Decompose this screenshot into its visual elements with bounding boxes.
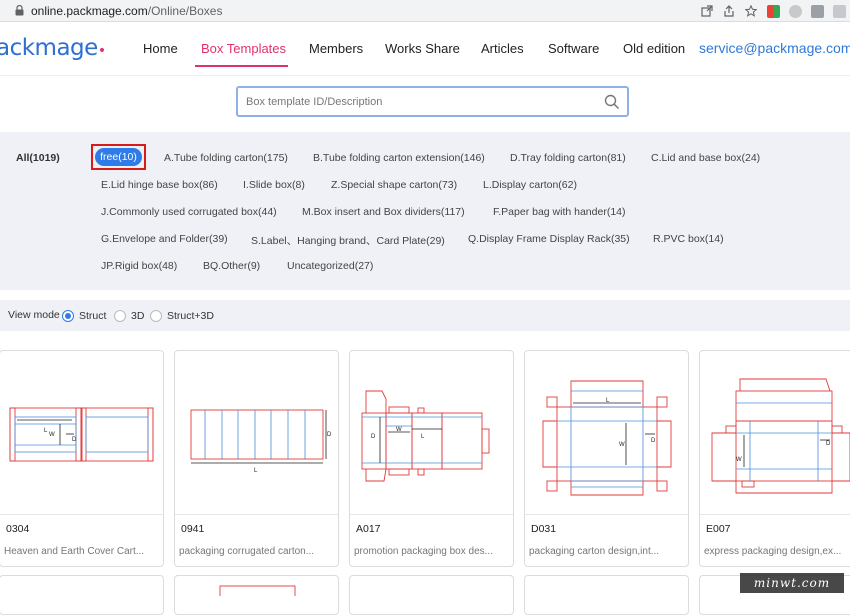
- service-email-link[interactable]: service@packmage.com: [699, 40, 850, 56]
- category-item[interactable]: D.Tray folding carton(81): [510, 152, 626, 164]
- nav-works-share[interactable]: Works Share: [385, 41, 460, 56]
- dimension-label-d: D: [651, 438, 656, 444]
- dimension-label-l: L: [254, 468, 258, 474]
- extension-icon[interactable]: [762, 0, 784, 22]
- url-text[interactable]: online.packmage.com/Online/Boxes: [31, 4, 222, 18]
- template-card[interactable]: D L 0941 packaging corrugated carton...: [174, 350, 339, 567]
- template-code[interactable]: A017: [356, 523, 381, 535]
- category-item[interactable]: C.Lid and base box(24): [651, 152, 760, 164]
- view-mode-struct-radio[interactable]: [62, 310, 74, 322]
- template-description[interactable]: packaging carton design,int...: [529, 546, 679, 557]
- active-nav-indicator: [195, 65, 288, 67]
- dimension-label-d: D: [327, 432, 332, 438]
- view-mode-struct3d-label[interactable]: Struct+3D: [167, 310, 214, 322]
- template-code[interactable]: 0941: [181, 523, 204, 535]
- template-description[interactable]: promotion packaging box des...: [354, 546, 504, 557]
- dimension-label-d: D: [826, 441, 831, 447]
- dimension-label-d: D: [72, 437, 77, 443]
- category-item[interactable]: B.Tube folding carton extension(146): [313, 152, 485, 164]
- template-card[interactable]: D W E007 express packaging design,ex...: [699, 350, 850, 567]
- star-icon[interactable]: [740, 0, 762, 22]
- view-mode-bar: View mode Struct 3D Struct+3D: [0, 300, 850, 331]
- card-divider: [175, 514, 338, 515]
- view-mode-struct-label[interactable]: Struct: [79, 310, 106, 322]
- category-item[interactable]: Q.Display Frame Display Rack(35): [468, 233, 630, 245]
- share-icon[interactable]: [718, 0, 740, 22]
- card-divider: [350, 514, 513, 515]
- category-all[interactable]: All(1019): [16, 152, 60, 164]
- nav-members[interactable]: Members: [309, 41, 363, 56]
- template-card[interactable]: [174, 575, 339, 615]
- template-description[interactable]: Heaven and Earth Cover Cart...: [4, 546, 154, 557]
- open-tab-icon[interactable]: [696, 0, 718, 22]
- view-mode-3d-radio[interactable]: [114, 310, 126, 322]
- template-card[interactable]: [0, 575, 164, 615]
- nav-box-templates[interactable]: Box Templates: [201, 41, 286, 56]
- category-free[interactable]: free(10): [95, 148, 142, 166]
- template-dieline-image[interactable]: D W L: [350, 351, 513, 511]
- extension-icon[interactable]: [828, 0, 850, 22]
- template-code[interactable]: D031: [531, 523, 556, 535]
- dimension-label-w: W: [619, 442, 625, 448]
- dimension-label-w: W: [49, 432, 55, 438]
- nav-old-edition[interactable]: Old edition: [623, 41, 685, 56]
- category-item[interactable]: M.Box insert and Box dividers(117): [302, 206, 465, 218]
- browser-address-bar[interactable]: online.packmage.com/Online/Boxes: [0, 0, 850, 22]
- template-dieline-image[interactable]: [175, 576, 338, 599]
- search-icon[interactable]: [604, 94, 620, 110]
- nav-home[interactable]: Home: [143, 41, 178, 56]
- template-card[interactable]: L W D D031 packaging carton design,int..…: [524, 350, 689, 567]
- template-code[interactable]: E007: [706, 523, 731, 535]
- extension-icon[interactable]: [784, 0, 806, 22]
- dimension-label-d: D: [371, 434, 376, 440]
- category-filter-panel: All(1019) free(10) A.Tube folding carton…: [0, 132, 850, 290]
- view-mode-label: View mode: [8, 309, 60, 321]
- category-item[interactable]: Uncategorized(27): [287, 260, 373, 272]
- category-item[interactable]: E.Lid hinge base box(86): [101, 179, 218, 191]
- category-free-highlight: free(10): [91, 144, 146, 170]
- category-item[interactable]: JP.Rigid box(48): [101, 260, 177, 272]
- category-item[interactable]: BQ.Other(9): [203, 260, 260, 272]
- category-item[interactable]: Z.Special shape carton(73): [331, 179, 457, 191]
- category-item[interactable]: R.PVC box(14): [653, 233, 724, 245]
- view-mode-struct3d-radio[interactable]: [150, 310, 162, 322]
- site-header: ackmage• Home Box Templates Members Work…: [0, 22, 850, 76]
- template-description[interactable]: packaging corrugated carton...: [179, 546, 329, 557]
- search-input[interactable]: Box template ID/Description: [246, 96, 382, 108]
- template-card[interactable]: D W L A017 promotion packaging box des..…: [349, 350, 514, 567]
- card-divider: [0, 514, 163, 515]
- extension-icon[interactable]: [806, 0, 828, 22]
- template-code[interactable]: 0304: [6, 523, 29, 535]
- template-dieline-image[interactable]: L W D: [0, 351, 163, 511]
- nav-articles[interactable]: Articles: [481, 41, 524, 56]
- template-dieline-image[interactable]: D W: [700, 351, 850, 511]
- template-dieline-image[interactable]: D L: [175, 351, 338, 511]
- category-item[interactable]: J.Commonly used corrugated box(44): [101, 206, 277, 218]
- card-divider: [525, 514, 688, 515]
- nav-software[interactable]: Software: [548, 41, 599, 56]
- view-mode-3d-label[interactable]: 3D: [131, 310, 144, 322]
- site-logo[interactable]: ackmage•: [0, 35, 106, 61]
- card-divider: [700, 514, 850, 515]
- dimension-label-l: L: [421, 434, 425, 440]
- template-card[interactable]: [349, 575, 514, 615]
- watermark: minwt.com: [740, 573, 844, 593]
- template-dieline-image[interactable]: L W D: [525, 351, 688, 511]
- category-item[interactable]: I.Slide box(8): [243, 179, 305, 191]
- template-description[interactable]: express packaging design,ex...: [704, 546, 850, 557]
- category-item[interactable]: G.Envelope and Folder(39): [101, 233, 228, 245]
- dimension-label-l: L: [44, 428, 48, 434]
- search-box[interactable]: Box template ID/Description: [236, 86, 629, 117]
- category-item[interactable]: L.Display carton(62): [483, 179, 577, 191]
- dimension-label-w: W: [736, 457, 742, 463]
- category-item[interactable]: S.Label、Hanging brand、Card Plate(29): [251, 233, 445, 248]
- category-item[interactable]: A.Tube folding carton(175): [164, 152, 288, 164]
- category-item[interactable]: F.Paper bag with hander(14): [493, 206, 626, 218]
- template-card[interactable]: L W D 0304 Heaven and Earth Cover Cart..…: [0, 350, 164, 567]
- dimension-label-w: W: [396, 427, 402, 433]
- template-card[interactable]: [524, 575, 689, 615]
- lock-icon[interactable]: [13, 5, 25, 17]
